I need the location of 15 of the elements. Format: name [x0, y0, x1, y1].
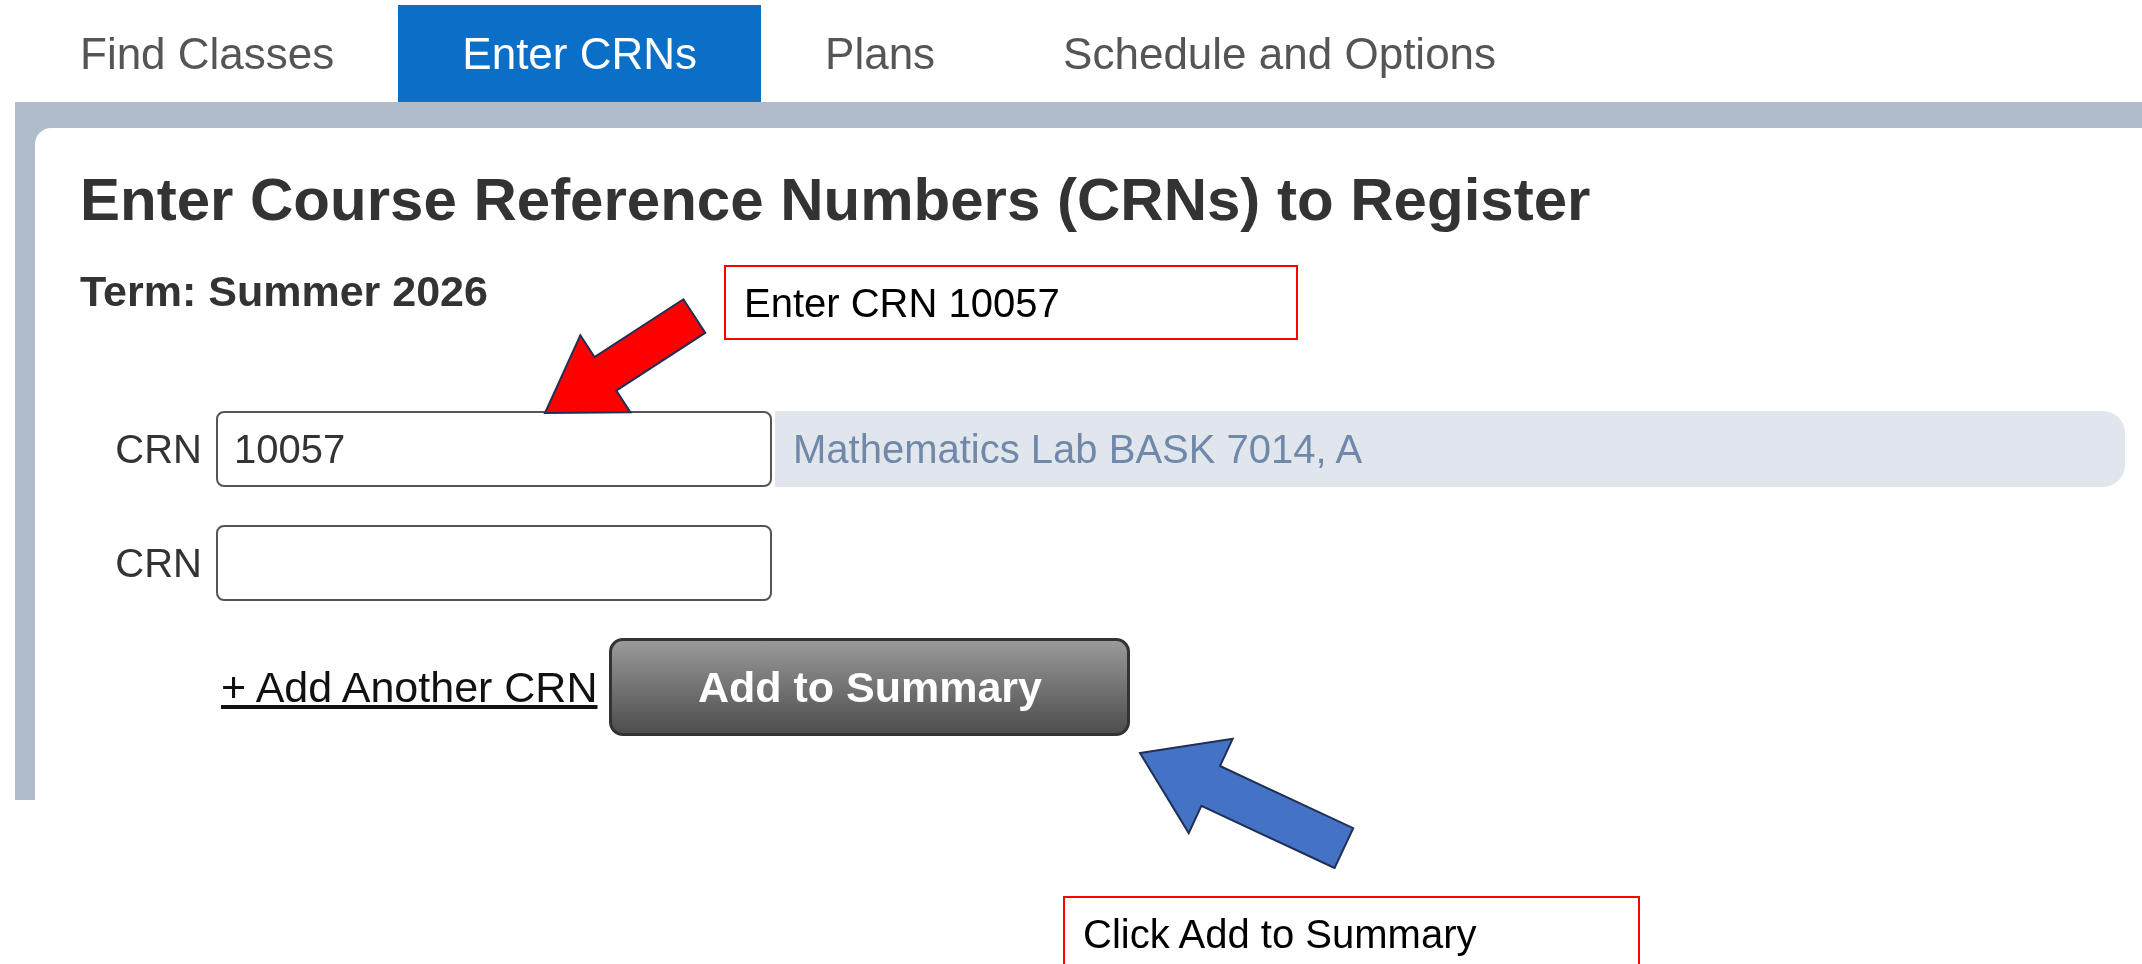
callout-note: Enter CRN 10057: [724, 265, 1298, 340]
tab[interactable]: Plans: [761, 5, 1000, 102]
tab[interactable]: Find Classes: [16, 5, 399, 102]
crn-label: CRN: [114, 540, 203, 587]
crn-input-field[interactable]: 10057: [216, 411, 772, 487]
course-info: Mathematics Lab BASK 7014, A: [775, 411, 2125, 487]
crn-label: CRN: [114, 426, 203, 473]
page-heading: Enter Course Reference Numbers (CRNs) to Register: [80, 170, 1591, 230]
tab[interactable]: Enter CRNs: [398, 5, 762, 102]
tab[interactable]: Schedule and Options: [999, 5, 1561, 102]
term-label: Term: Summer 2026: [80, 270, 488, 313]
crn-input-field[interactable]: [216, 525, 772, 601]
add-to-summary-button[interactable]: Add to Summary: [609, 638, 1131, 736]
callout-note: Click Add to Summary: [1063, 896, 1640, 964]
add-crn-link[interactable]: + Add Another CRN: [221, 654, 598, 720]
